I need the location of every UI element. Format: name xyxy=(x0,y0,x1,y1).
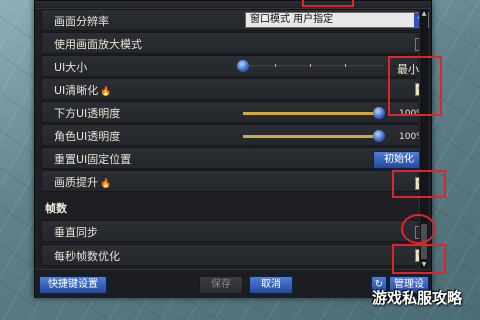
ui-sharpen-row: UI清晰化 🔥 xyxy=(41,78,419,100)
vsync-row: 垂直同步 xyxy=(41,220,419,242)
highlight-box xyxy=(388,56,442,116)
ui-sharpen-label: UI清晰化 🔥 xyxy=(54,84,112,97)
magnify-label: 使用画面放大模式 xyxy=(54,38,142,51)
magnify-row: 使用画面放大模式 xyxy=(41,32,419,54)
role-ui-opacity-knob[interactable] xyxy=(373,130,385,142)
quality-boost-label: 画质提升 🔥 xyxy=(54,176,112,189)
framerate-section-title: 帧数 xyxy=(45,202,67,215)
highlight-box xyxy=(302,0,354,7)
slider-tick xyxy=(310,64,311,67)
vsync-label: 垂直同步 xyxy=(54,226,98,239)
fps-opt-row: 每秒帧数优化 xyxy=(41,244,419,266)
settings-panel: 画面分辨率 窗口模式 用户指定 ▼ 使用画面放大模式 UI大小 最小 UI清晰化… xyxy=(34,0,432,306)
highlight-box xyxy=(392,170,446,198)
resolution-value: 窗口模式 用户指定 xyxy=(250,14,334,25)
highlight-box xyxy=(392,244,446,274)
framerate-section-header: 帧数 xyxy=(41,197,417,217)
ui-size-label: UI大小 xyxy=(54,61,88,74)
scroll-up-icon[interactable]: ▲ xyxy=(420,10,428,17)
bottom-ui-opacity-slider[interactable] xyxy=(243,112,381,115)
slider-tick xyxy=(275,64,276,67)
reset-ui-button[interactable]: 初始化 xyxy=(373,151,425,169)
flame-icon: 🔥 xyxy=(100,87,112,97)
role-ui-opacity-label: 角色UI透明度 xyxy=(54,130,121,143)
fps-opt-label: 每秒帧数优化 xyxy=(54,250,120,263)
previous-row-edge xyxy=(35,1,431,9)
save-button[interactable]: 保存 xyxy=(199,276,243,294)
reset-ui-label: 重置UI固定位置 xyxy=(54,153,132,166)
ui-size-slider[interactable] xyxy=(243,65,383,69)
resolution-dropdown[interactable]: 窗口模式 用户指定 ▼ xyxy=(245,12,429,28)
bottom-ui-opacity-knob[interactable] xyxy=(373,107,385,119)
hotkeys-button[interactable]: 快捷键设置 xyxy=(39,276,107,294)
slider-tick xyxy=(345,64,346,67)
cancel-button[interactable]: 取消 xyxy=(249,276,293,294)
resolution-label: 画面分辨率 xyxy=(54,15,109,28)
reset-ui-row: 重置UI固定位置 xyxy=(41,147,419,169)
quality-boost-row: 画质提升 🔥 xyxy=(41,170,419,192)
role-ui-opacity-slider[interactable] xyxy=(243,135,381,138)
bottom-ui-opacity-label: 下方UI透明度 xyxy=(54,107,121,120)
watermark-text: 游戏私服攻略 xyxy=(372,289,463,307)
ui-size-knob[interactable] xyxy=(237,60,249,72)
flame-icon: 🔥 xyxy=(100,179,112,189)
highlight-oval xyxy=(401,214,436,244)
